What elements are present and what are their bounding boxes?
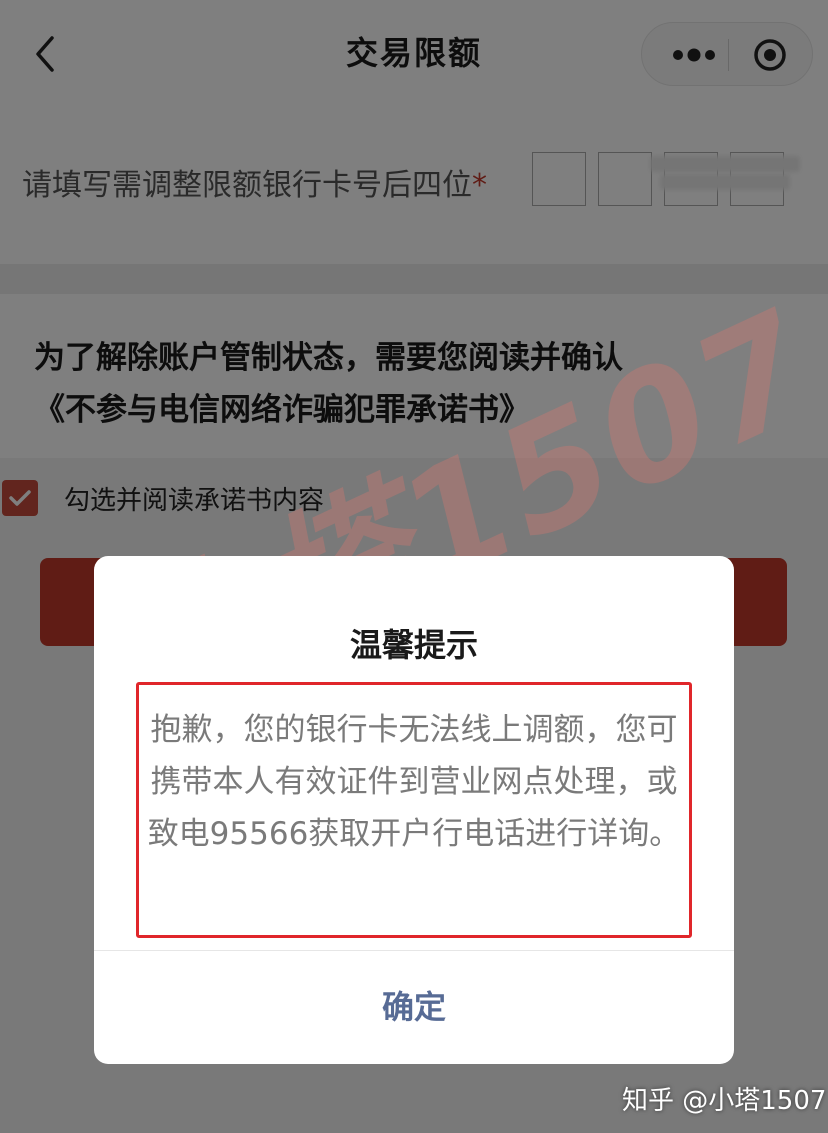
footer-watermark: 知乎 @小塔1507 xyxy=(622,1086,827,1116)
alert-dialog: 温馨提示 抱歉，您的银行卡无法线上调额，您可携带本人有效证件到营业网点处理，或致… xyxy=(94,556,734,1064)
confirm-button[interactable]: 确定 xyxy=(94,951,734,1064)
page: 交易限额 请填写需调整限额银行卡号后四位* 为了解除账户管制状态，需要您阅读并确… xyxy=(0,0,828,1133)
dialog-message: 抱歉，您的银行卡无法线上调额，您可携带本人有效证件到营业网点处理，或致电9556… xyxy=(147,712,681,852)
dialog-title: 温馨提示 xyxy=(349,626,478,664)
